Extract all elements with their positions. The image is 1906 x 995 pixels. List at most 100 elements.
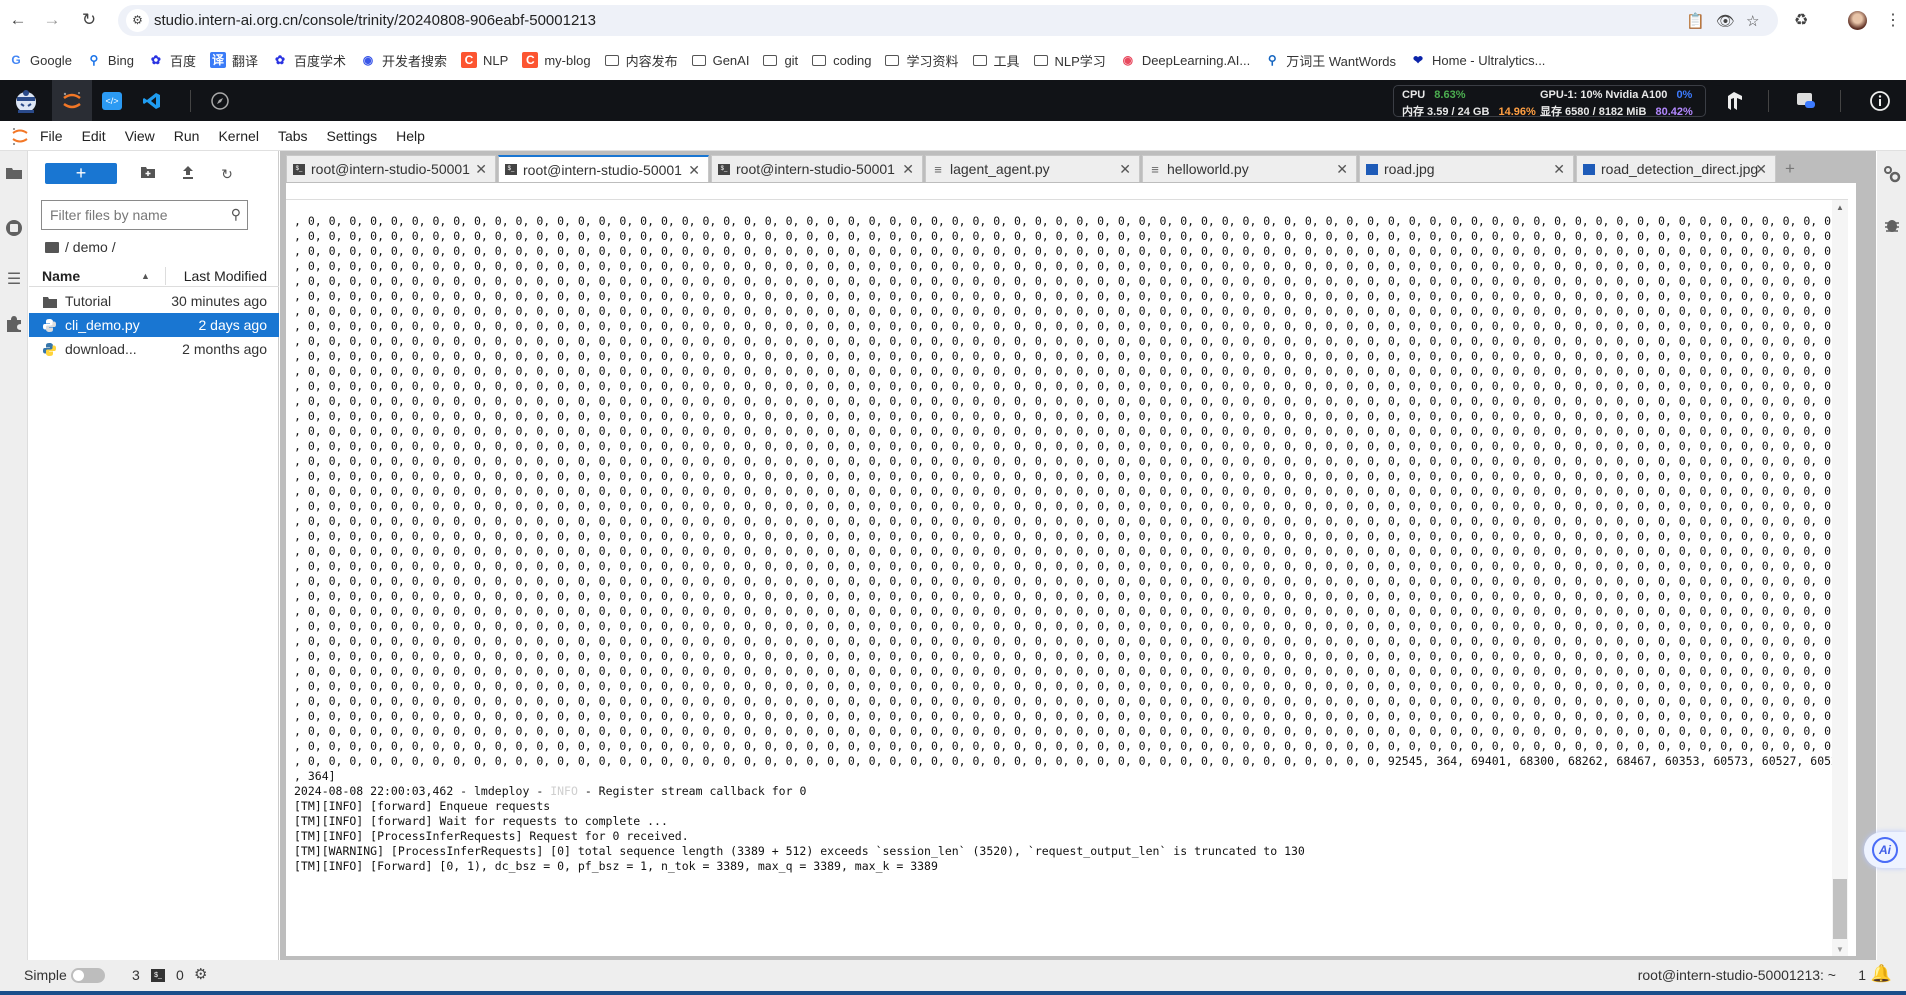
terminal-session-label[interactable]: root@intern-studio-50001213: ~ bbox=[1638, 967, 1836, 983]
new-launcher-button[interactable]: + bbox=[45, 163, 117, 184]
menu-kernel[interactable]: Kernel bbox=[218, 128, 258, 144]
folder-icon[interactable] bbox=[45, 241, 59, 253]
close-tab-icon[interactable]: ✕ bbox=[1553, 161, 1565, 178]
bookmark-item[interactable]: GenAI bbox=[691, 53, 749, 68]
terminal-icon[interactable]: $_ bbox=[151, 969, 165, 982]
vscode-icon[interactable] bbox=[132, 80, 172, 121]
tab-terminal[interactable]: $_ root@intern-studio-50001 ✕ bbox=[498, 155, 709, 182]
bookmark-item[interactable]: 内容发布 bbox=[604, 51, 678, 70]
close-tab-icon[interactable]: ✕ bbox=[475, 161, 487, 178]
tab-terminal[interactable]: $_ root@intern-studio-50001 ✕ bbox=[711, 155, 923, 182]
menu-run[interactable]: Run bbox=[174, 128, 200, 144]
tab-terminal[interactable]: $_ root@intern-studio-50001 ✕ bbox=[286, 155, 496, 182]
eye-icon[interactable]: 👁 bbox=[1716, 12, 1735, 30]
bookmark-item[interactable]: coding bbox=[812, 53, 871, 68]
menu-file[interactable]: File bbox=[40, 128, 63, 144]
column-divider[interactable] bbox=[165, 267, 166, 285]
terminal-line: , 0, 0, 0, 0, 0, 0, 0, 0, 0, 0, 0, 0, 0,… bbox=[294, 469, 1848, 483]
bookmark-item[interactable]: ⚲ 万词王 WantWords bbox=[1264, 51, 1396, 70]
intern-logo-icon[interactable] bbox=[6, 80, 46, 121]
ai-assistant-button[interactable]: Ai bbox=[1864, 832, 1906, 868]
scroll-down-icon[interactable]: ▼ bbox=[1836, 945, 1844, 954]
site-info-icon[interactable]: ⚙ bbox=[126, 9, 149, 32]
sort-ascending-icon[interactable]: ▲ bbox=[141, 271, 150, 281]
file-name: Tutorial bbox=[65, 293, 112, 309]
bell-icon[interactable]: 🔔 bbox=[1871, 964, 1892, 984]
star-icon[interactable]: ☆ bbox=[1746, 12, 1759, 30]
back-button[interactable]: ← bbox=[8, 10, 28, 30]
menu-edit[interactable]: Edit bbox=[82, 128, 106, 144]
menu-settings[interactable]: Settings bbox=[327, 128, 378, 144]
property-inspector-gears-icon[interactable] bbox=[1881, 165, 1903, 187]
file-row[interactable]: download... 2 months ago bbox=[29, 337, 279, 361]
close-tab-icon[interactable]: ✕ bbox=[1755, 161, 1767, 178]
bookmark-item[interactable]: ◉ 开发者搜索 bbox=[360, 51, 447, 70]
bookmark-item[interactable]: ❤ Home - Ultralytics... bbox=[1410, 52, 1545, 68]
bookmark-item[interactable]: NLP学习 bbox=[1033, 51, 1106, 70]
kernel-chip-icon[interactable]: ⚙ bbox=[194, 965, 207, 983]
scroll-up-icon[interactable]: ▲ bbox=[1836, 203, 1844, 212]
extensions-icon[interactable]: ♻ bbox=[1794, 10, 1808, 30]
file-row[interactable]: Tutorial 30 minutes ago bbox=[29, 289, 279, 313]
terminal-scrollbar[interactable]: ▲ ▼ bbox=[1832, 200, 1848, 956]
table-of-contents-icon[interactable]: ☰ bbox=[3, 269, 25, 291]
running-sessions-icon[interactable] bbox=[3, 219, 25, 241]
profile-avatar[interactable] bbox=[1848, 11, 1867, 30]
terminal-panel[interactable]: , 0, 0, 0, 0, 0, 0, 0, 0, 0, 0, 0, 0, 0,… bbox=[286, 183, 1856, 956]
bookmark-item[interactable]: ✿ 百度 bbox=[148, 51, 196, 70]
bookmark-item[interactable]: git bbox=[763, 53, 798, 68]
bookmark-item[interactable]: 工具 bbox=[972, 51, 1020, 70]
menu-tabs[interactable]: Tabs bbox=[278, 128, 308, 144]
kernels-count[interactable]: 0 bbox=[176, 967, 184, 983]
filter-files-input[interactable] bbox=[50, 207, 220, 223]
terminals-count[interactable]: 3 bbox=[132, 967, 140, 983]
tab-image[interactable]: road_detection_direct.jpg ✕ bbox=[1576, 155, 1776, 182]
forward-button[interactable]: → bbox=[42, 10, 62, 30]
extensions-puzzle-icon[interactable] bbox=[3, 315, 25, 337]
close-tab-icon[interactable]: ✕ bbox=[1336, 161, 1348, 178]
tensorflow-icon[interactable] bbox=[1714, 80, 1754, 121]
file-browser-icon[interactable] bbox=[3, 165, 25, 187]
code-server-icon[interactable]: </> bbox=[92, 80, 132, 121]
bookmark-item[interactable]: C NLP bbox=[461, 52, 508, 68]
remote-desktop-icon[interactable] bbox=[1786, 80, 1826, 121]
notification-count[interactable]: 1 bbox=[1858, 967, 1866, 983]
debugger-bug-icon[interactable] bbox=[1881, 217, 1903, 239]
url-text[interactable]: studio.intern-ai.org.cn/console/trinity/… bbox=[154, 12, 596, 29]
search-icon[interactable]: ⚲ bbox=[231, 206, 241, 223]
reload-button[interactable]: ↻ bbox=[79, 10, 99, 30]
upload-icon[interactable] bbox=[179, 165, 197, 183]
bookmark-item[interactable]: 译翻译 bbox=[209, 51, 258, 70]
tab-image[interactable]: road.jpg ✕ bbox=[1359, 155, 1574, 182]
close-tab-icon[interactable]: ✕ bbox=[902, 161, 914, 178]
tab-file[interactable]: ≡ lagent_agent.py ✕ bbox=[925, 155, 1140, 182]
new-tab-button[interactable]: + bbox=[1778, 155, 1802, 182]
breadcrumb-path[interactable]: / demo / bbox=[65, 239, 116, 255]
bookmark-item[interactable]: ✿ 百度学术 bbox=[272, 51, 346, 70]
terminal-viewport[interactable]: , 0, 0, 0, 0, 0, 0, 0, 0, 0, 0, 0, 0, 0,… bbox=[286, 199, 1848, 956]
more-menu-icon[interactable]: ⋮ bbox=[1885, 10, 1901, 30]
bookmark-item[interactable]: ⚲ Bing bbox=[86, 52, 134, 68]
menu-view[interactable]: View bbox=[125, 128, 155, 144]
refresh-icon[interactable]: ↻ bbox=[218, 165, 236, 183]
close-tab-icon[interactable]: ✕ bbox=[1119, 161, 1131, 178]
bookmark-item[interactable]: G Google bbox=[8, 52, 72, 68]
info-icon[interactable] bbox=[1860, 80, 1900, 121]
file-row[interactable]: cli_demo.py 2 days ago bbox=[29, 313, 279, 337]
menu-help[interactable]: Help bbox=[396, 128, 425, 144]
resource-monitor: CPU 8.63% 内存 3.59 / 24 GB 14.96% GPU-1: … bbox=[1393, 85, 1706, 118]
clipboard-icon[interactable]: 📋 bbox=[1686, 12, 1705, 30]
column-name[interactable]: Name bbox=[42, 268, 80, 284]
compass-icon[interactable] bbox=[200, 80, 240, 121]
bookmark-item[interactable]: 学习资料 bbox=[885, 51, 959, 70]
scrollbar-thumb[interactable] bbox=[1833, 879, 1847, 939]
simple-mode-toggle[interactable] bbox=[71, 968, 105, 983]
jupyter-icon[interactable] bbox=[52, 80, 92, 121]
close-tab-icon[interactable]: ✕ bbox=[688, 162, 700, 179]
address-bar[interactable]: ⚙ studio.intern-ai.org.cn/console/trinit… bbox=[118, 5, 1778, 36]
new-folder-icon[interactable] bbox=[139, 165, 157, 183]
column-last-modified[interactable]: Last Modified bbox=[184, 268, 267, 284]
tab-file[interactable]: ≡ helloworld.py ✕ bbox=[1142, 155, 1357, 182]
bookmark-item[interactable]: Cmy-blog bbox=[522, 52, 591, 68]
bookmark-item[interactable]: ◉ DeepLearning.AI... bbox=[1120, 52, 1251, 68]
